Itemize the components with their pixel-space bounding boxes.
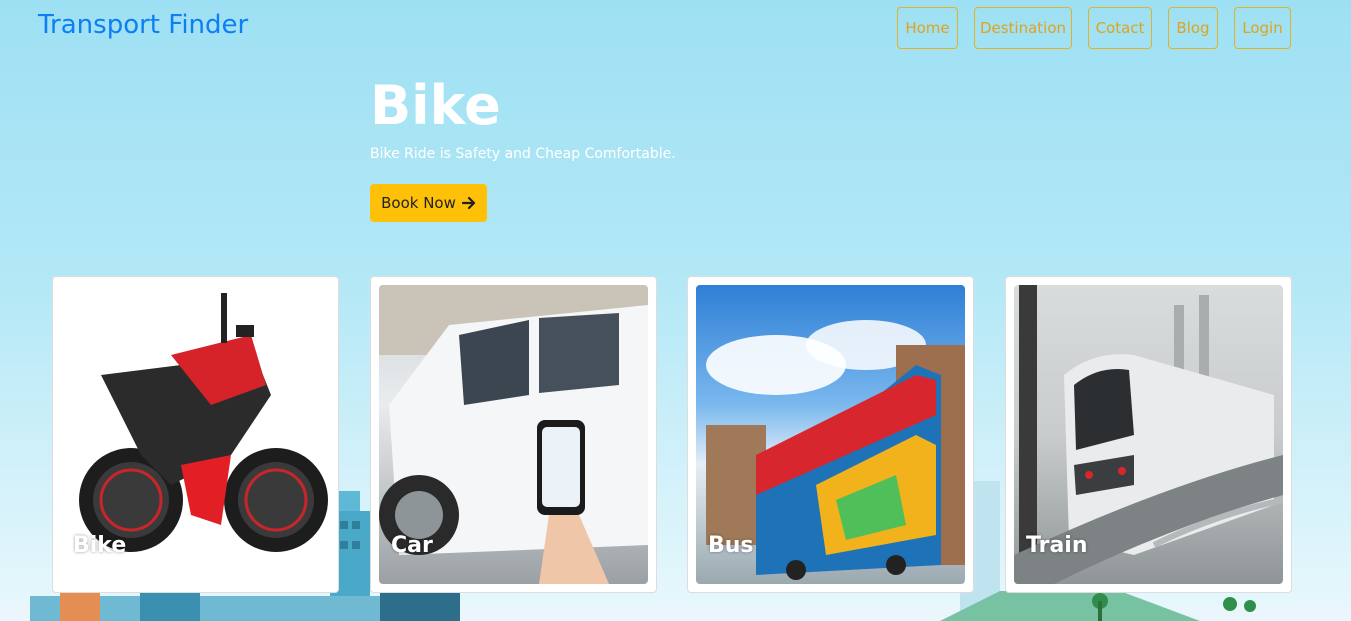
book-now-button[interactable]: Book Now xyxy=(370,184,487,222)
nav-blog-button[interactable]: Blog xyxy=(1168,7,1218,49)
card-label-bus: Bus xyxy=(708,533,754,558)
transport-card-bus[interactable]: Bus xyxy=(687,276,974,593)
nav-contact-button[interactable]: Cotact xyxy=(1088,7,1152,49)
nav-login-button[interactable]: Login xyxy=(1234,7,1291,49)
hero-subtitle: Bike Ride is Safety and Cheap Comfortabl… xyxy=(370,146,676,162)
book-now-label: Book Now xyxy=(381,194,456,212)
transport-card-train[interactable]: Train xyxy=(1005,276,1292,593)
navbar: Transport Finder Home Destination Cotact… xyxy=(0,0,1351,56)
nav-home-button[interactable]: Home xyxy=(897,7,958,49)
card-label-bike: Bike xyxy=(73,533,127,558)
hero-title: Bike xyxy=(370,74,501,137)
card-label-train: Train xyxy=(1026,533,1088,558)
nav-destination-button[interactable]: Destination xyxy=(974,7,1072,49)
transport-card-car[interactable]: Car xyxy=(370,276,657,593)
brand-logo[interactable]: Transport Finder xyxy=(38,10,248,40)
arrow-right-icon xyxy=(461,196,475,210)
card-label-car: Car xyxy=(391,533,433,558)
hero-section: Bike Bike Ride is Safety and Cheap Comfo… xyxy=(370,74,676,222)
transport-card-bike[interactable]: Bike xyxy=(52,276,339,593)
